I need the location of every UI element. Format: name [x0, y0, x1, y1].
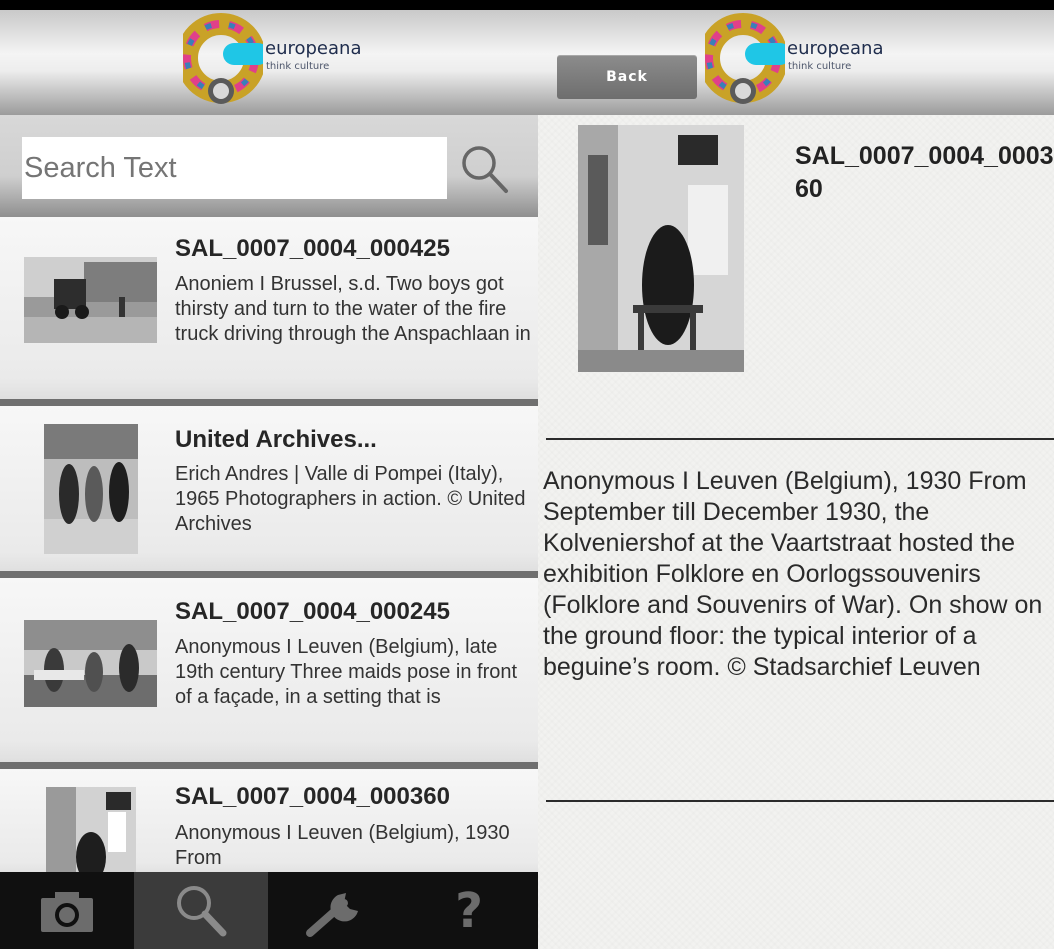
tab-settings[interactable] — [268, 872, 402, 949]
europeana-logo: europeana think culture — [705, 13, 915, 113]
divider — [546, 438, 1054, 440]
search-icon — [177, 885, 227, 936]
europeana-logo-mark — [705, 13, 785, 104]
result-description: Erich Andres | Valle di Pompei (Italy), … — [175, 463, 526, 535]
logo-brand-text: europeana — [265, 38, 362, 59]
detail-screen: Back europeana think culture SAL_0007_00… — [538, 0, 1054, 949]
europeana-logo-mark — [183, 13, 263, 104]
app-header: Back europeana think culture — [538, 10, 1054, 115]
result-thumbnail — [46, 787, 136, 879]
status-strip — [538, 0, 1054, 10]
search-bar — [0, 115, 538, 217]
logo-tagline: think culture — [266, 61, 330, 72]
result-title: SAL_0007_0004_000425 — [175, 235, 450, 262]
list-item[interactable]: SAL_0007_0004_000425 Anoniem I Brussel, … — [0, 217, 538, 406]
divider — [546, 800, 1054, 802]
list-item[interactable]: SAL_0007_0004_000245 Anonymous I Leuven … — [0, 578, 538, 769]
status-strip — [0, 0, 538, 10]
tab-help[interactable]: ? — [402, 872, 536, 949]
search-button[interactable] — [456, 141, 516, 201]
result-title: SAL_0007_0004_000245 — [175, 598, 450, 625]
divider — [0, 399, 538, 406]
divider — [0, 762, 538, 769]
list-item[interactable]: SAL_0007_0004_000360 Anonymous I Leuven … — [0, 769, 538, 879]
result-thumbnail — [24, 257, 157, 343]
tab-camera[interactable] — [0, 872, 134, 949]
camera-icon — [41, 891, 93, 932]
wrench-icon — [306, 892, 358, 937]
search-results-screen: europeana think culture Search Text SAL_… — [0, 0, 538, 949]
result-description: Anonymous I Leuven (Belgium), 1930 From — [175, 822, 510, 869]
tab-search[interactable] — [134, 872, 268, 949]
result-title: SAL_0007_0004_000360 — [175, 783, 450, 810]
search-icon — [462, 146, 508, 193]
result-description: Anoniem I Brussel, s.d. Two boys got thi… — [175, 273, 531, 345]
app-header: europeana think culture — [0, 10, 538, 115]
result-thumbnail — [24, 620, 157, 707]
search-input[interactable] — [22, 137, 447, 199]
list-item[interactable]: United Archives... Erich Andres | Valle … — [0, 406, 538, 578]
divider — [0, 571, 538, 578]
result-thumbnail — [44, 424, 138, 554]
logo-brand-text: europeana — [787, 38, 884, 59]
detail-photo — [578, 125, 744, 372]
detail-description: Anonymous I Leuven (Belgium), 1930 From … — [543, 467, 1043, 681]
result-title: United Archives... — [175, 426, 377, 453]
logo-tagline: think culture — [788, 61, 852, 72]
help-icon: ? — [455, 882, 483, 939]
result-description: Anonymous I Leuven (Belgium), late 19th … — [175, 636, 518, 708]
back-button[interactable]: Back — [557, 55, 697, 99]
europeana-logo: europeana think culture — [183, 13, 393, 113]
bottom-tab-bar: ? — [0, 872, 538, 949]
detail-title: SAL_0007_0004_000360 — [795, 142, 1054, 203]
